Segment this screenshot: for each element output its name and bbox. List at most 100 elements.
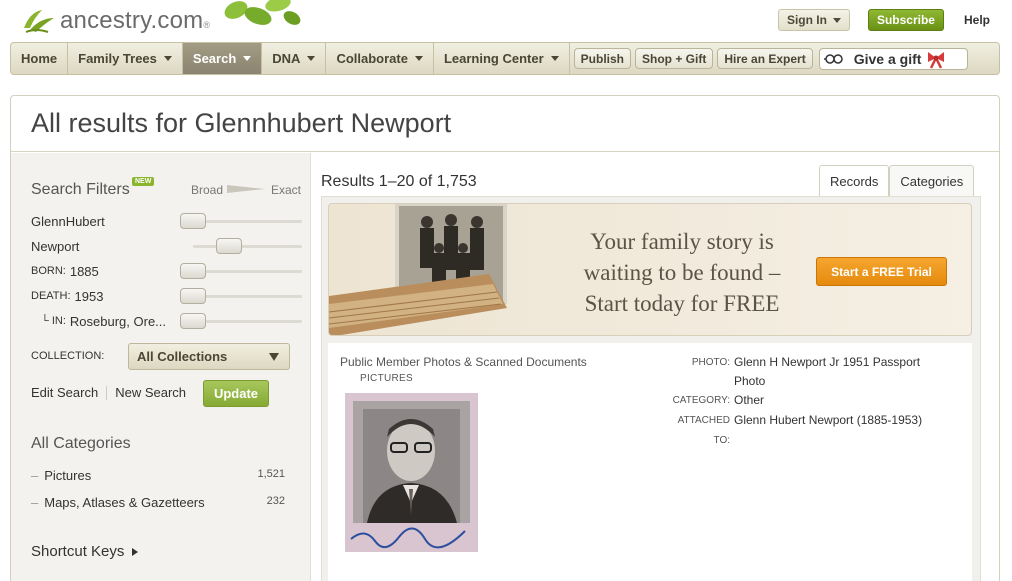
- family-photo-books-image: [329, 204, 507, 335]
- help-link[interactable]: Help: [964, 13, 990, 27]
- collection-value: All Collections: [137, 349, 228, 364]
- nav-family-trees-label: Family Trees: [78, 51, 157, 66]
- expand-arrow-icon: [132, 547, 139, 556]
- broad-label: Broad: [191, 183, 224, 197]
- gift-tag-icon: [823, 53, 843, 64]
- chevron-down-icon: [163, 56, 172, 61]
- give-gift-label: Give a gift: [853, 50, 922, 67]
- subscribe-button[interactable]: Subscribe: [867, 9, 944, 31]
- passport-photo-thumbnail[interactable]: [345, 393, 478, 552]
- divider: [106, 385, 108, 400]
- logo-registered: ®: [203, 20, 210, 30]
- decorative-leaves-icon: [224, 0, 301, 25]
- exact-label: Exact: [271, 183, 302, 197]
- ancestry-logo[interactable]: ancestry.com ®: [20, 4, 210, 38]
- edit-search-link[interactable]: Edit Search: [31, 385, 98, 400]
- born-filter: BORN: 1885: [31, 262, 99, 280]
- free-trial-banner[interactable]: Your family story is waiting to be found…: [328, 203, 972, 336]
- death-place-slider[interactable]: [180, 313, 206, 329]
- in-value: Roseburg, Ore...: [69, 313, 167, 329]
- main-nav: Home Family Trees Search DNA Collaborate…: [10, 42, 1000, 75]
- shortcut-keys-label: Shortcut Keys: [31, 543, 125, 560]
- category-count: 232: [266, 495, 285, 507]
- new-badge: NEW: [132, 177, 155, 186]
- category-value: Other: [734, 393, 765, 407]
- nav-collaborate-label: Collaborate: [336, 51, 408, 66]
- new-search-link[interactable]: New Search: [115, 385, 186, 400]
- record-source-link[interactable]: Public Member Photos & Scanned Documents: [340, 355, 587, 369]
- category-label: CATEGORY:: [672, 395, 730, 406]
- banner-headline: Your family story is waiting to be found…: [537, 226, 827, 319]
- born-slider[interactable]: [180, 263, 206, 279]
- category-item[interactable]: – Pictures 1,521: [31, 468, 285, 483]
- nav-dna-label: DNA: [272, 51, 301, 66]
- leaf-logo-icon: [24, 10, 54, 33]
- nav-collaborate[interactable]: Collaborate: [326, 43, 434, 74]
- born-label: BORN:: [31, 265, 66, 277]
- last-name-filter: Newport: [31, 237, 79, 255]
- last-name-slider[interactable]: [216, 238, 242, 254]
- category-count: 1,521: [257, 468, 285, 480]
- slider-track: [193, 245, 302, 248]
- category-label: Pictures: [44, 468, 92, 483]
- results-panel: All results for Glennhubert Newport Sear…: [10, 95, 1000, 581]
- logo-text: ancestry.com: [60, 7, 204, 34]
- banner-line-3: Start today for FREE: [584, 291, 780, 316]
- death-place-filter: └ IN: Roseburg, Ore...: [41, 312, 166, 330]
- broad-exact-wedge-icon: [227, 185, 265, 193]
- nav-family-trees[interactable]: Family Trees: [68, 43, 183, 74]
- nav-home-label: Home: [21, 51, 58, 66]
- results-count: Results 1–20 of 1,753: [321, 173, 477, 190]
- death-value: 1953: [74, 288, 104, 304]
- first-name-slider[interactable]: [180, 213, 206, 229]
- first-name-value: GlennHubert: [31, 213, 105, 229]
- death-filter: DEATH: 1953: [31, 287, 103, 305]
- tab-records[interactable]: Records: [819, 165, 890, 196]
- dash-icon: –: [31, 468, 39, 483]
- nav-search[interactable]: Search: [182, 43, 263, 74]
- photo-value[interactable]: Glenn H Newport Jr 1951 Passport: [734, 355, 920, 369]
- banner-line-1: Your family story is: [590, 229, 774, 254]
- banner-line-2: waiting to be found –: [583, 260, 781, 285]
- chevron-down-icon: [243, 56, 252, 61]
- shortcut-keys-toggle[interactable]: Shortcut Keys: [31, 543, 139, 560]
- filters-sidebar: Search Filters NEW Broad Exact GlennHube…: [11, 153, 311, 581]
- attached-to-label: TO:: [713, 435, 730, 446]
- nav-dna[interactable]: DNA: [262, 43, 327, 74]
- page-title: All results for Glennhubert Newport: [31, 108, 452, 138]
- free-trial-button[interactable]: Start a FREE Trial: [816, 257, 947, 286]
- gift-bow-icon: [928, 51, 945, 69]
- tab-categories[interactable]: Categories: [889, 165, 975, 196]
- record-subtype: PICTURES: [360, 373, 413, 384]
- search-filters-title: Search Filters: [31, 181, 130, 198]
- dropdown-arrow-icon: [269, 352, 279, 361]
- death-slider[interactable]: [180, 288, 206, 304]
- last-name-value: Newport: [31, 238, 80, 254]
- update-button[interactable]: Update: [203, 380, 269, 407]
- all-categories-title: All Categories: [31, 435, 131, 452]
- category-item[interactable]: – Maps, Atlases & Gazetteers 232: [31, 495, 285, 510]
- publish-button[interactable]: Publish: [573, 48, 631, 69]
- hire-expert-button[interactable]: Hire an Expert: [717, 48, 813, 69]
- in-label: └ IN:: [41, 315, 66, 327]
- photo-value-cont[interactable]: Photo: [734, 374, 765, 388]
- chevron-down-icon: [832, 17, 841, 23]
- chevron-down-icon: [414, 56, 423, 61]
- give-gift-button[interactable]: Give a gift: [818, 47, 968, 70]
- chevron-down-icon: [307, 56, 316, 61]
- attached-label: ATTACHED: [677, 415, 730, 426]
- attached-value[interactable]: Glenn Hubert Newport (1885-1953): [734, 413, 922, 427]
- shop-gift-button[interactable]: Shop + Gift: [635, 48, 714, 69]
- category-label: Maps, Atlases & Gazetteers: [44, 495, 205, 510]
- first-name-filter: GlennHubert: [31, 212, 105, 230]
- nav-search-label: Search: [192, 51, 237, 66]
- sign-in-label: Sign In: [786, 13, 827, 27]
- photo-label: PHOTO:: [691, 357, 730, 368]
- nav-home[interactable]: Home: [11, 43, 69, 74]
- nav-learning-center-label: Learning Center: [443, 51, 544, 66]
- collection-select[interactable]: All Collections: [128, 343, 290, 370]
- born-value: 1885: [69, 263, 99, 279]
- results-list: Your family story is waiting to be found…: [321, 196, 981, 581]
- sign-in-button[interactable]: Sign In: [777, 9, 850, 31]
- nav-learning-center[interactable]: Learning Center: [434, 43, 570, 74]
